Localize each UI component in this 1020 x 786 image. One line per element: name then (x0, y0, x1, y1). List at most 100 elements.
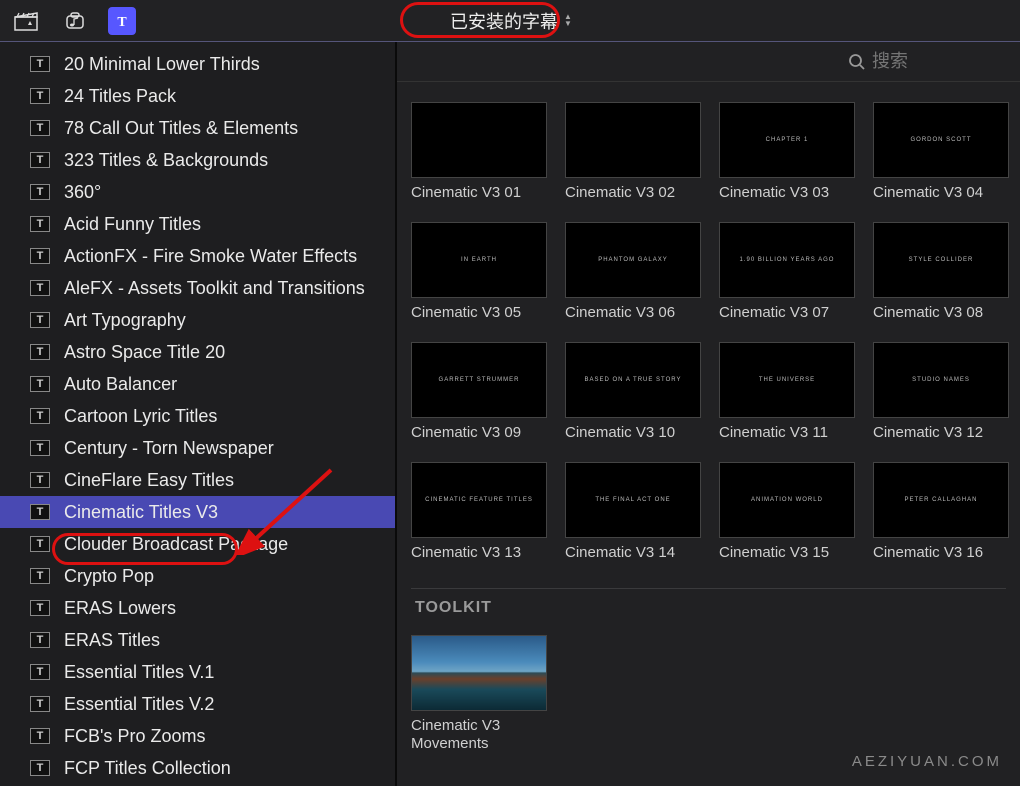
thumbnail-item[interactable]: CHAPTER 1Cinematic V3 03 (719, 102, 855, 202)
thumbnail-preview (565, 102, 701, 178)
sidebar-item[interactable]: T 323 Titles & Backgrounds (0, 144, 395, 176)
thumbnail-item[interactable]: Cinematic V3 Movements (411, 635, 547, 753)
thumbnail-preview: STUDIO NAMES (873, 342, 1009, 418)
thumbnail-item[interactable]: ANIMATION WORLDCinematic V3 15 (719, 462, 855, 562)
sidebar-item[interactable]: TAcid Funny Titles (0, 208, 395, 240)
thumbnail-item[interactable]: Cinematic V3 02 (565, 102, 701, 202)
thumbnail-label: Cinematic V3 02 (565, 184, 701, 202)
thumbnail-item[interactable]: PETER CALLAGHANCinematic V3 16 (873, 462, 1009, 562)
sidebar-item[interactable]: TAleFX - Assets Toolkit and Transitions (0, 272, 395, 304)
thumbnail-preview: GORDON SCOTT (873, 102, 1009, 178)
search-icon (848, 53, 866, 71)
thumbnail-preview: THE UNIVERSE (719, 342, 855, 418)
sidebar-item[interactable]: TArt Typography (0, 304, 395, 336)
title-category-icon: T (30, 440, 50, 456)
thumbnail-preview: IN EARTH (411, 222, 547, 298)
sidebar-item-label: Crypto Pop (64, 566, 154, 587)
thumbnail-item[interactable]: STYLE COLLIDERCinematic V3 08 (873, 222, 1009, 322)
thumbnail-label: Cinematic V3 07 (719, 304, 855, 322)
thumbnail-label: Cinematic V3 08 (873, 304, 1009, 322)
thumbnail-item[interactable]: 1.90 BILLION YEARS AGOCinematic V3 07 (719, 222, 855, 322)
sidebar-item[interactable]: TActionFX - Fire Smoke Water Effects (0, 240, 395, 272)
sidebar-item[interactable]: TClouder Broadcast Package (0, 528, 395, 560)
thumbnail-label: Cinematic V3 05 (411, 304, 547, 322)
sidebar-item-label: Essential Titles V.1 (64, 662, 214, 683)
sidebar-item[interactable]: T Essential Titles V.1 (0, 656, 395, 688)
sidebar-item[interactable]: T Crypto Pop (0, 560, 395, 592)
sidebar-item[interactable]: TCentury - Torn Newspaper (0, 432, 395, 464)
title-category-icon: T (30, 696, 50, 712)
sidebar-item-label: ERAS Lowers (64, 598, 176, 619)
thumbnail-item[interactable]: CINEMATIC FEATURE TITLES Cinematic V3 13 (411, 462, 547, 562)
title-icon: T (111, 12, 133, 30)
thumbnail-label: Cinematic V3 04 (873, 184, 1009, 202)
thumbnail-item[interactable]: PHANTOM GALAXYCinematic V3 06 (565, 222, 701, 322)
search-input[interactable] (872, 51, 1002, 72)
sidebar-item-label: ActionFX - Fire Smoke Water Effects (64, 246, 357, 267)
sidebar-item-label: Cinematic Titles V3 (64, 502, 218, 523)
sidebar-item-label: Acid Funny Titles (64, 214, 201, 235)
search-field[interactable] (848, 51, 1002, 72)
sidebar-item[interactable]: T 24 Titles Pack (0, 80, 395, 112)
sidebar-item-label: Auto Balancer (64, 374, 177, 395)
thumbnail-preview: PHANTOM GALAXY (565, 222, 701, 298)
title-category-icon: T (30, 312, 50, 328)
installed-titles-dropdown[interactable]: 已安装的字幕 ▲▼ (434, 5, 586, 37)
thumbnail-label: Cinematic V3 10 (565, 424, 701, 442)
thumbnail-preview: THE FINAL ACT ONE (565, 462, 701, 538)
sidebar-item-label: 20 Minimal Lower Thirds (64, 54, 260, 75)
sidebar-item[interactable]: TAstro Space Title 20 (0, 336, 395, 368)
thumbnail-label: Cinematic V3 12 (873, 424, 1009, 442)
dropdown-label: 已安装的字幕 (450, 8, 558, 34)
titles-browser-button[interactable]: T (108, 7, 136, 35)
sidebar-item[interactable]: TERAS Titles (0, 624, 395, 656)
thumbnail-item[interactable]: THE UNIVERSECinematic V3 11 (719, 342, 855, 442)
title-category-icon: T (30, 280, 50, 296)
thumbnail-item[interactable]: Cinematic V3 01 (411, 102, 547, 202)
grid-area[interactable]: Cinematic V3 01 Cinematic V3 02 CHAPTER 1C… (397, 82, 1020, 786)
sidebar-item[interactable]: T ERAS Lowers (0, 592, 395, 624)
thumbnail-item[interactable]: GORDON SCOTT Cinematic V3 04 (873, 102, 1009, 202)
thumbnail-item[interactable]: IN EARTH Cinematic V3 05 (411, 222, 547, 322)
content-region: Cinematic V3 01 Cinematic V3 02 CHAPTER 1C… (397, 42, 1020, 786)
sidebar-item[interactable]: TEssential Titles V.2 (0, 688, 395, 720)
thumbnail-item[interactable]: GARRETT STRUMMERCinematic V3 09 (411, 342, 547, 442)
sidebar-item-label: Clouder Broadcast Package (64, 534, 288, 555)
sidebar-item[interactable]: T20 Minimal Lower Thirds (0, 48, 395, 80)
title-category-icon: T (30, 664, 50, 680)
sidebar-item[interactable]: TAuto Balancer (0, 368, 395, 400)
thumbnail-label: Cinematic V3 14 (565, 544, 701, 562)
thumbnail-label: Cinematic V3 09 (411, 424, 547, 442)
title-category-icon: T (30, 344, 50, 360)
title-category-icon: T (30, 152, 50, 168)
sidebar-item[interactable]: T360° (0, 176, 395, 208)
sidebar-item-label: 323 Titles & Backgrounds (64, 150, 268, 171)
sidebar[interactable]: T20 Minimal Lower ThirdsT24 Titles PackT… (0, 42, 395, 786)
title-category-icon: T (30, 504, 50, 520)
audio-browser-button[interactable] (60, 7, 88, 35)
sidebar-item[interactable]: TCartoon Lyric Titles (0, 400, 395, 432)
title-category-icon: T (30, 88, 50, 104)
thumbnail-item[interactable]: BASED ON A TRUE STORYCinematic V3 10 (565, 342, 701, 442)
thumbnail-preview: CINEMATIC FEATURE TITLES (411, 462, 547, 538)
sidebar-item[interactable]: T Cinematic Titles V3 (0, 496, 395, 528)
sidebar-item-label: FCP Titles Collection (64, 758, 231, 779)
sidebar-item-label: ERAS Titles (64, 630, 160, 651)
thumbnail-label: Cinematic V3 15 (719, 544, 855, 562)
title-category-icon: T (30, 568, 50, 584)
media-browser-button[interactable] (12, 7, 40, 35)
main-region: T20 Minimal Lower ThirdsT24 Titles PackT… (0, 42, 1020, 786)
sidebar-item-label: 78 Call Out Titles & Elements (64, 118, 298, 139)
title-category-icon: T (30, 600, 50, 616)
music-camera-icon (62, 11, 86, 31)
thumbnail-item[interactable]: STUDIO NAMES Cinematic V3 12 (873, 342, 1009, 442)
thumbnail-grid: Cinematic V3 01 Cinematic V3 02 CHAPTER 1C… (411, 102, 1006, 562)
sidebar-item[interactable]: TFCB's Pro Zooms (0, 720, 395, 752)
thumbnail-label: Cinematic V3 13 (411, 544, 547, 562)
sidebar-item-label: 24 Titles Pack (64, 86, 176, 107)
sidebar-item[interactable]: T78 Call Out Titles & Elements (0, 112, 395, 144)
sidebar-item[interactable]: TCineFlare Easy Titles (0, 464, 395, 496)
title-category-icon: T (30, 408, 50, 424)
thumbnail-item[interactable]: THE FINAL ACT ONE Cinematic V3 14 (565, 462, 701, 562)
sidebar-item[interactable]: TFCP Titles Collection (0, 752, 395, 784)
